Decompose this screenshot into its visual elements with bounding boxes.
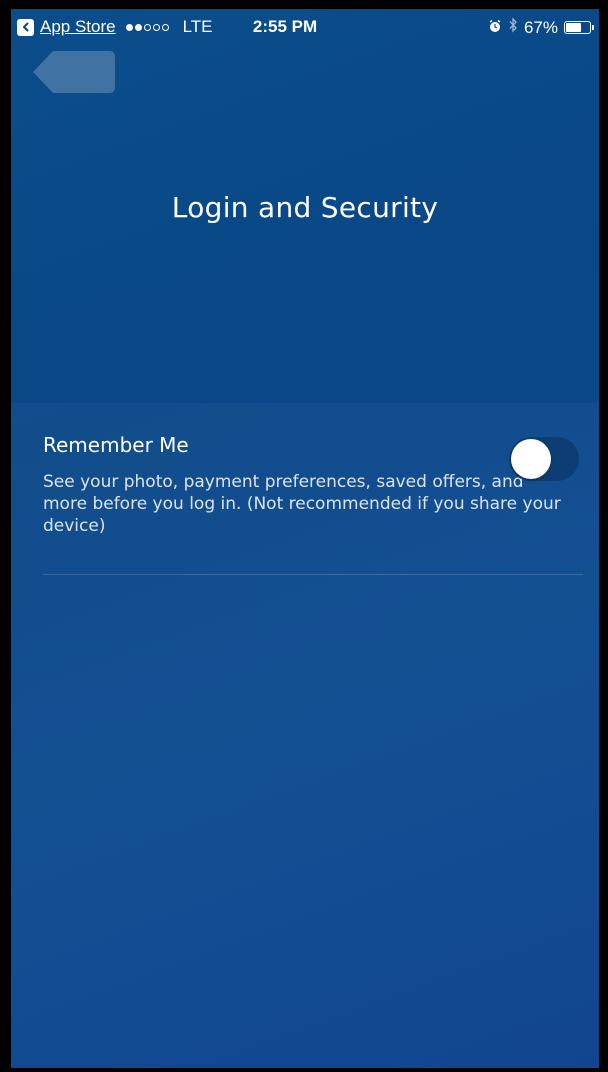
- remember-me-toggle[interactable]: [509, 437, 579, 481]
- device-frame: App Store LTE 2:55 PM 67% Login and Secu…: [0, 0, 608, 1072]
- remember-me-description: See your photo, payment preferences, sav…: [43, 472, 561, 536]
- remember-me-title: Remember Me: [43, 433, 189, 457]
- back-arrow-shape-icon: [33, 51, 115, 93]
- header: Login and Security: [11, 9, 599, 403]
- page-title: Login and Security: [171, 191, 439, 224]
- remember-me-setting: Remember Me See your photo, payment pref…: [43, 425, 583, 537]
- settings-panel: Remember Me See your photo, payment pref…: [11, 403, 599, 1068]
- screen: App Store LTE 2:55 PM 67% Login and Secu…: [11, 9, 599, 1068]
- toggle-knob[interactable]: [511, 439, 551, 479]
- divider: [43, 574, 583, 575]
- back-button[interactable]: [33, 51, 115, 93]
